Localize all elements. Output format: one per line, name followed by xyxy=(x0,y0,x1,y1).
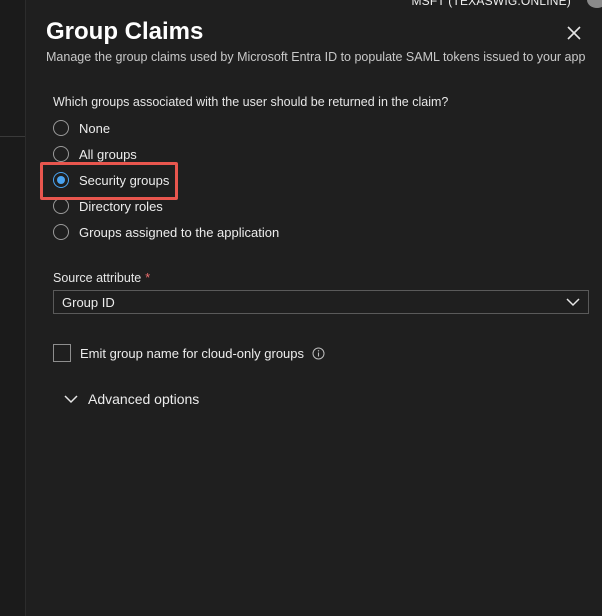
background-page-strip xyxy=(0,0,25,616)
source-attribute-label-text: Source attribute xyxy=(53,271,142,285)
info-icon[interactable] xyxy=(312,347,325,360)
selection-highlight-box xyxy=(40,162,178,200)
radio-label: None xyxy=(79,120,111,136)
emit-group-name-option: Emit group name for cloud-only groups xyxy=(53,343,325,363)
radio-option-all-groups[interactable]: All groups xyxy=(53,144,137,164)
radio-button[interactable] xyxy=(53,120,69,136)
account-name[interactable]: MSFT (TEXASWIG.ONLINE) xyxy=(411,0,571,8)
close-button[interactable] xyxy=(563,22,585,44)
chevron-down-icon xyxy=(64,394,78,404)
source-attribute-value: Group ID xyxy=(62,294,115,310)
groups-question-label: Which groups associated with the user sh… xyxy=(53,95,449,109)
avatar[interactable] xyxy=(587,0,602,8)
source-attribute-dropdown[interactable]: Group ID xyxy=(53,290,589,314)
source-attribute-label: Source attribute * xyxy=(53,271,150,285)
emit-group-name-label: Emit group name for cloud-only groups xyxy=(80,345,305,361)
radio-label: Groups assigned to the application xyxy=(79,224,280,240)
radio-button[interactable] xyxy=(53,198,69,214)
close-icon xyxy=(567,26,581,40)
chevron-down-icon xyxy=(566,298,580,307)
radio-option-none[interactable]: None xyxy=(53,118,110,138)
advanced-options-label: Advanced options xyxy=(88,391,200,407)
panel-title: Group Claims xyxy=(46,18,204,45)
background-divider xyxy=(0,136,25,137)
radio-label: Directory roles xyxy=(79,198,163,214)
radio-button[interactable] xyxy=(53,146,69,162)
emit-group-name-checkbox[interactable] xyxy=(53,344,71,362)
group-claims-panel: MSFT (TEXASWIG.ONLINE) Group Claims Mana… xyxy=(25,0,602,616)
panel-subtitle: Manage the group claims used by Microsof… xyxy=(46,50,586,64)
radio-label: All groups xyxy=(79,146,137,162)
radio-option-groups-assigned[interactable]: Groups assigned to the application xyxy=(53,222,279,242)
radio-button[interactable] xyxy=(53,224,69,240)
advanced-options-toggle[interactable]: Advanced options xyxy=(64,389,199,409)
required-marker: * xyxy=(145,271,151,285)
